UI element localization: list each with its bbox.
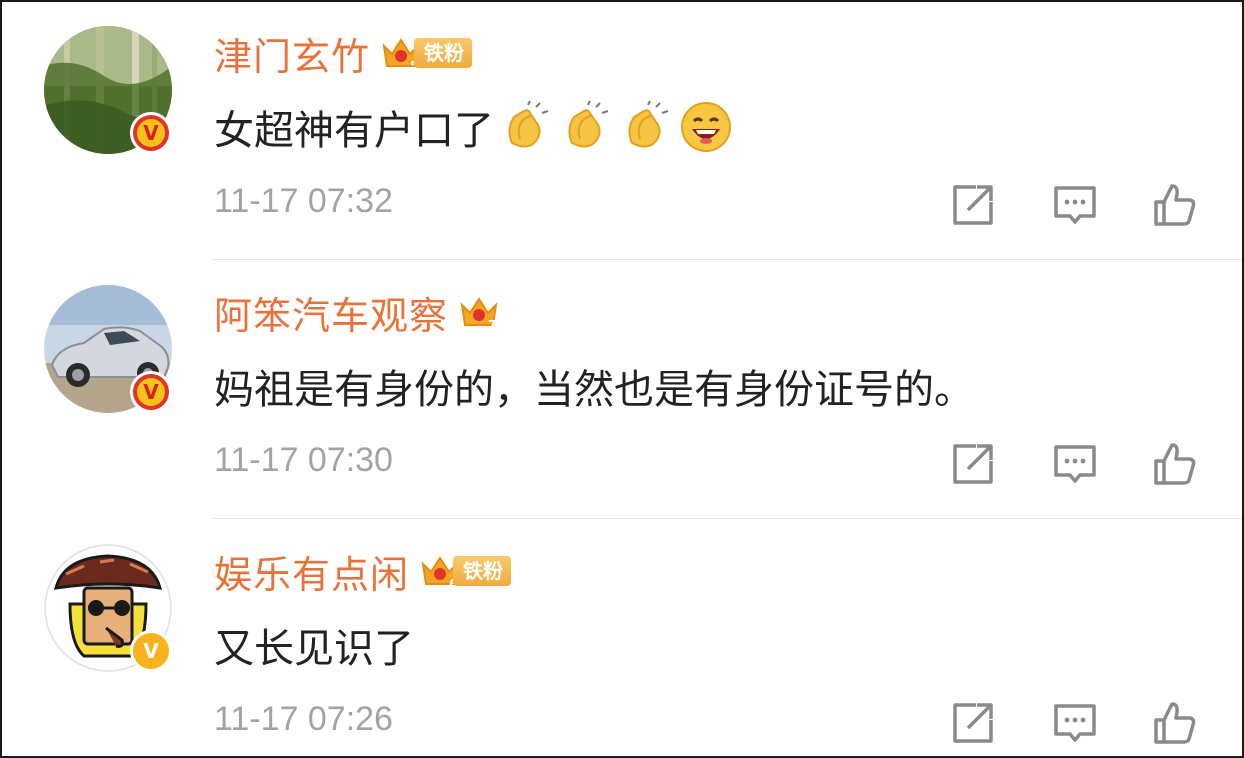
- reply-button[interactable]: [1052, 182, 1098, 232]
- verified-badge-icon: V: [130, 371, 172, 413]
- crown-level-icon: 7: [460, 297, 498, 332]
- share-icon: [953, 703, 993, 743]
- divider: [212, 259, 1242, 260]
- username[interactable]: 娱乐有点闲: [214, 544, 409, 599]
- timestamp: 11-17 07:30: [214, 441, 393, 479]
- divider: [212, 518, 1242, 519]
- comment-item: V 津门玄竹 5 铁粉 女超神有户口了: [2, 2, 1242, 260]
- comment-text: 妈祖是有身份的，当然也是有身份证号的。: [214, 367, 974, 413]
- avatar[interactable]: V: [44, 285, 172, 413]
- reply-button[interactable]: [1052, 441, 1098, 491]
- laughing-face-icon: [681, 102, 731, 152]
- verified-badge-icon: V: [130, 112, 172, 154]
- share-button[interactable]: [950, 182, 996, 232]
- share-icon: [953, 185, 993, 225]
- avatar[interactable]: V: [44, 544, 172, 672]
- comment-text: 又长见识了: [214, 626, 414, 672]
- share-button[interactable]: [950, 441, 996, 491]
- avatar[interactable]: V: [44, 26, 172, 154]
- share-button[interactable]: [950, 700, 996, 750]
- comment-list: V 津门玄竹 5 铁粉 女超神有户口了: [0, 0, 1244, 758]
- fan-badge: 铁粉: [414, 38, 473, 68]
- comment-icon: [1054, 186, 1096, 224]
- username[interactable]: 津门玄竹: [214, 26, 370, 81]
- comment-item: V 阿笨汽车观察 7 妈祖是有身份的，当然也是有身份证号的。 11-17 07:…: [2, 261, 1242, 519]
- comment-icon: [1054, 445, 1096, 483]
- thumbs-up-icon: [1154, 184, 1196, 226]
- share-icon: [953, 444, 993, 484]
- clapping-hands-icon: [568, 100, 609, 148]
- comment-icon: [1054, 704, 1096, 742]
- verified-badge-icon: V: [130, 630, 172, 672]
- thumbs-up-icon: [1154, 702, 1196, 744]
- comment-text: 女超神有户口了: [214, 108, 494, 154]
- like-button[interactable]: [1152, 700, 1198, 750]
- thumbs-up-icon: [1154, 443, 1196, 485]
- svg-text:7: 7: [488, 318, 496, 332]
- clapping-hands-icon: [508, 100, 549, 148]
- username[interactable]: 阿笨汽车观察: [214, 285, 448, 340]
- like-button[interactable]: [1152, 182, 1198, 232]
- comment-item: V 娱乐有点闲 6 铁粉 又长见识了 11-17 07:26: [2, 520, 1242, 756]
- reply-button[interactable]: [1052, 700, 1098, 750]
- clapping-hands-icon: [628, 100, 669, 148]
- timestamp: 11-17 07:26: [214, 700, 393, 738]
- like-button[interactable]: [1152, 441, 1198, 491]
- timestamp: 11-17 07:32: [214, 182, 393, 220]
- fan-badge: 铁粉: [453, 556, 512, 586]
